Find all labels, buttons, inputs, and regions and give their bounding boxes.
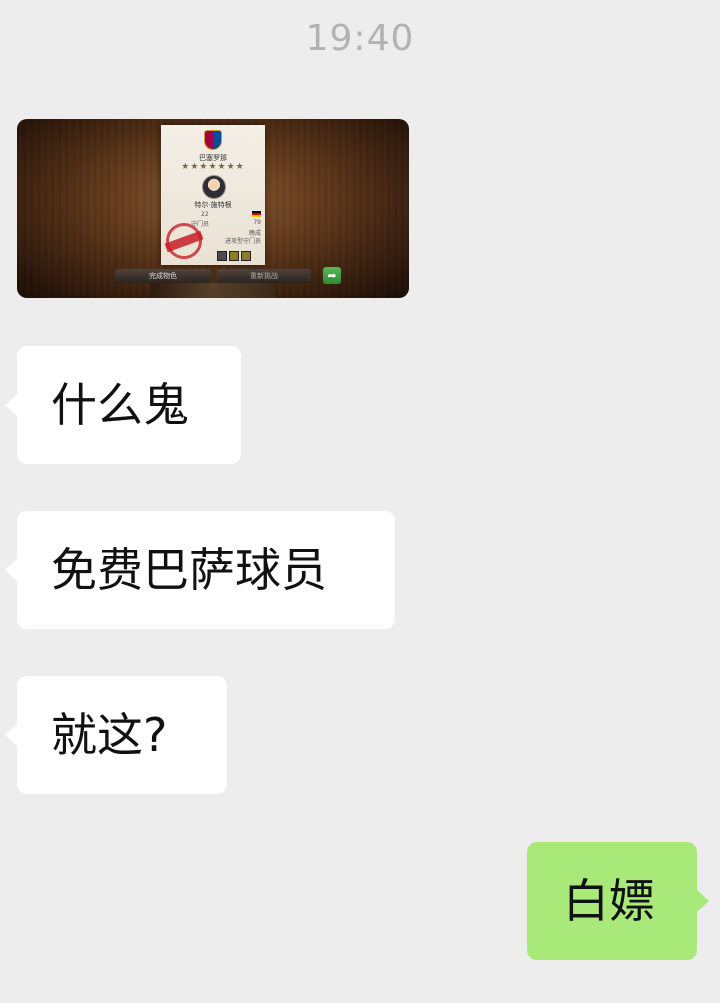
skill-box-icon: [241, 251, 251, 261]
player-name: 特尔·施特根: [194, 201, 232, 209]
message-bubble-received[interactable]: 什么鬼: [5, 346, 241, 464]
stars-text: ★★★★★★★: [181, 162, 245, 172]
retry-challenge-button: 重新挑战: [217, 269, 311, 283]
message-bubble-sent[interactable]: 白嫖: [527, 842, 709, 960]
image-message[interactable]: 巴塞罗那 ★★★★★★★ 特尔·施特根 22 守门员 79 晚成 进攻型守门员 …: [17, 119, 409, 298]
player-role: 进攻型守门员: [224, 238, 261, 245]
star-rating: ★★★★★★★: [161, 162, 265, 172]
complete-scouting-button: 完成物色: [115, 269, 211, 283]
skill-box-icon: [217, 251, 227, 261]
player-number: 22: [201, 211, 209, 218]
pedestal: [151, 283, 275, 298]
player-rating: 79: [253, 219, 261, 226]
skill-boxes: [217, 246, 253, 265]
player-portrait: [202, 175, 226, 199]
message-bubble-received[interactable]: 就这?: [5, 676, 227, 794]
player-card: 巴塞罗那 ★★★★★★★ 特尔·施特根 22 守门员 79 晚成 进攻型守门员: [161, 125, 265, 265]
germany-flag-icon: [252, 211, 261, 217]
stamp-icon: [164, 223, 204, 259]
skill-box-icon: [229, 251, 239, 261]
number-row: 22: [165, 211, 261, 218]
club-crest-icon: [204, 130, 222, 150]
share-arrow-icon: ➦: [323, 267, 341, 284]
message-bubble-received[interactable]: 免费巴萨球员: [5, 511, 395, 629]
timestamp: 19:40: [305, 18, 415, 59]
